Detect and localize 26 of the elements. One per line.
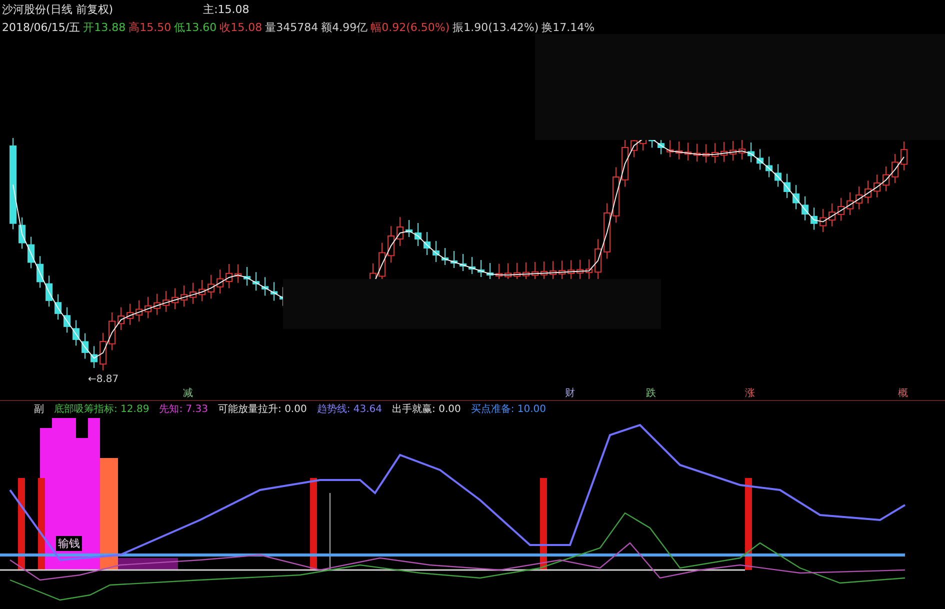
event-label: 财	[565, 386, 575, 400]
quote-value: 振1.90(13.42%)	[452, 20, 539, 35]
event-label: 减	[183, 386, 193, 400]
quote-value: 高15.50	[128, 20, 172, 35]
quote-value: 量345784	[265, 20, 318, 35]
quote-value: 低13.60	[174, 20, 217, 35]
quote-value: 收15.08	[220, 20, 262, 35]
indicator-value: 趋势线: 43.64	[316, 402, 382, 416]
pane-label: 副	[34, 403, 44, 416]
quote-value: 开13.88	[83, 20, 126, 35]
event-label: 概	[898, 386, 908, 400]
event-label: 涨	[745, 386, 755, 400]
indicator-value: 底部吸筹指标: 12.89	[54, 402, 150, 416]
indicator-value: 买点准备: 10.00	[470, 402, 546, 416]
chart-title: 沙河股份(日线 前复权)	[2, 2, 114, 17]
indicator-value: 先知: 7.33	[159, 402, 208, 416]
event-label: 跌	[646, 386, 656, 400]
quote-date: 2018/06/15/五	[2, 20, 80, 35]
indicator-value: 可能放量拉升: 0.00	[218, 402, 307, 416]
indicator-line-label: 输钱	[56, 536, 82, 551]
quote-value: 幅0.92(6.50%)	[370, 20, 450, 35]
main-price-label: 主:15.08	[203, 2, 250, 17]
indicator-value: 出手就赢: 0.00	[392, 402, 461, 416]
quote-value: 额4.99亿	[321, 20, 368, 35]
low-price-marker: ←8.87	[88, 374, 119, 385]
quote-value: 换17.14%	[542, 20, 595, 35]
